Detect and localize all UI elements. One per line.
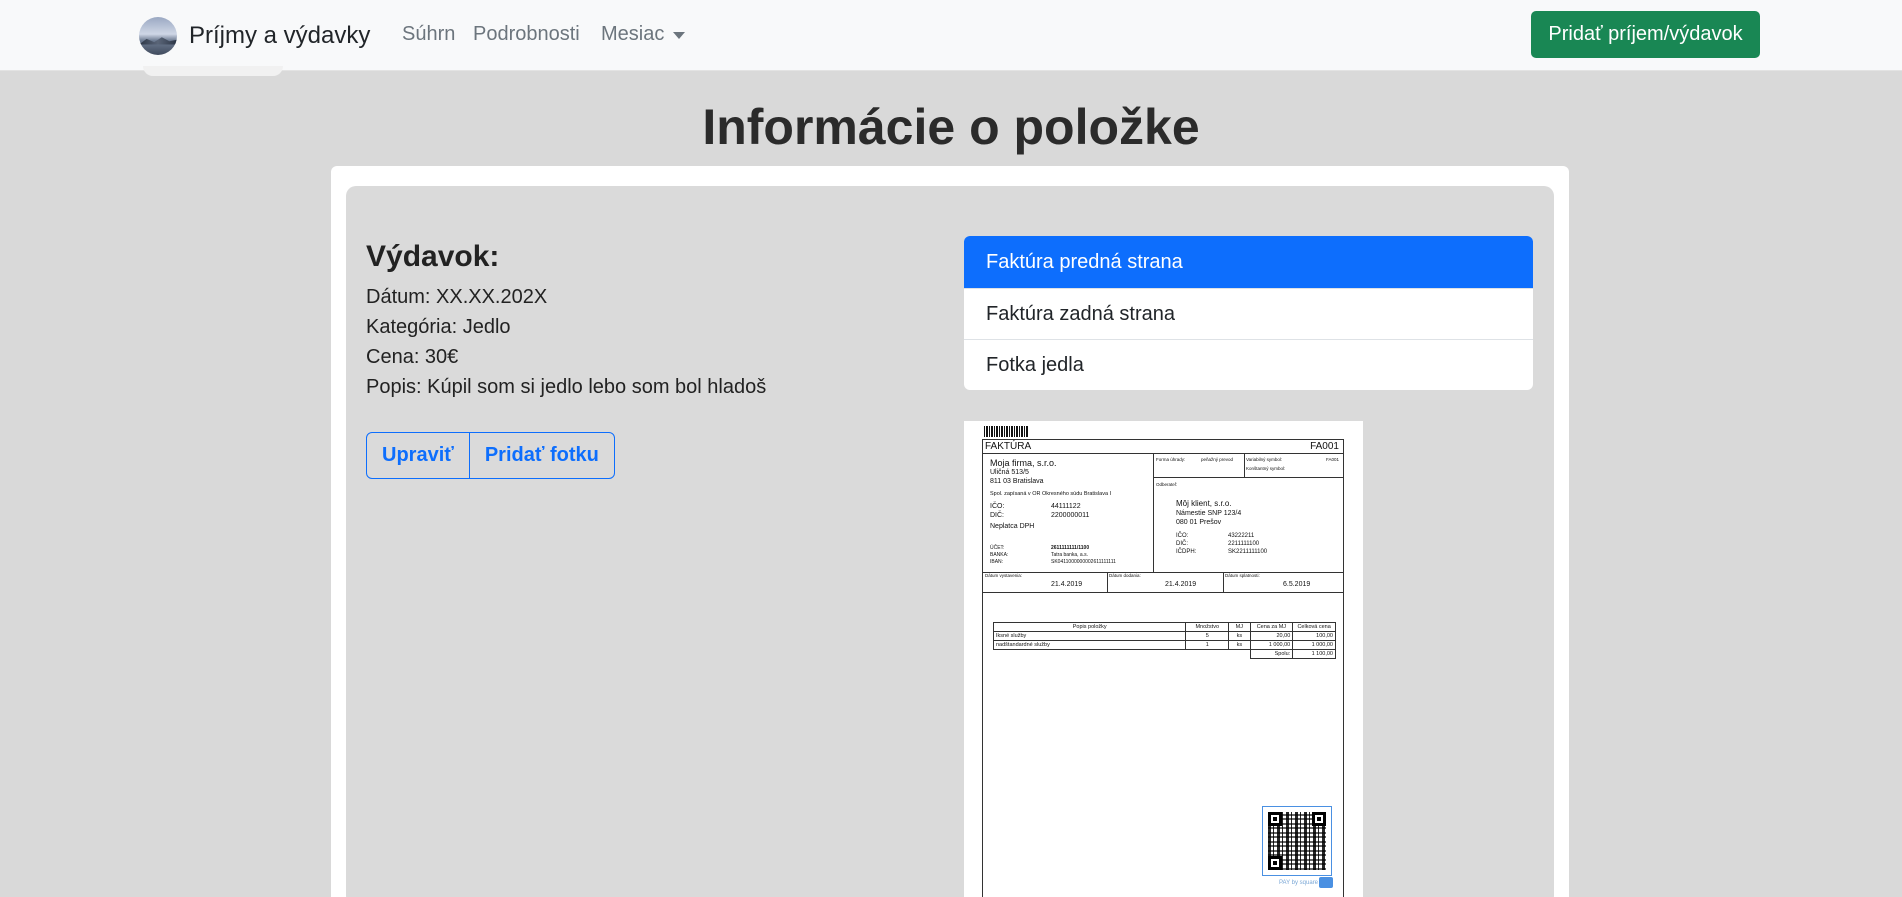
payment-form-label: Forma úhrady: <box>1156 457 1186 462</box>
invoice-title: FAKTÚRA <box>985 441 1032 452</box>
item-description: Popis: Kúpil som si jedlo lebo som bol h… <box>366 376 767 398</box>
supplier-street: Uličná 513/5 <box>990 469 1029 476</box>
table-cell: 1 000,00 <box>1249 640 1294 650</box>
edit-button[interactable]: Upraviť <box>367 433 469 478</box>
supplier-account-label: ÚČET: <box>990 545 1005 551</box>
table-cell: 20,00 <box>1249 631 1294 641</box>
supplier-vat: Neplatca DPH <box>990 523 1035 530</box>
supplier-iban: SK0411000000002611111111 <box>1051 559 1116 565</box>
supplier-registry: Spol. zapísaná v OR Okresného súdu Brati… <box>990 491 1112 497</box>
buyer-street: Námestie SNP 123/4 <box>1176 510 1242 517</box>
photo-item-invoice-back[interactable]: Faktúra zadná strana <box>964 288 1533 339</box>
qr-code-icon <box>1262 806 1332 876</box>
table-row: Iksné služby 5 ks 20,00 100,00 <box>992 631 1336 641</box>
item-category: Kategória: Jedlo <box>366 316 511 338</box>
invoice-image: FAKTÚRA FA001 Moja firma, s.r.o. Uličná … <box>964 421 1363 897</box>
brand-underlay <box>143 66 283 76</box>
table-header: Celková cena <box>1292 622 1336 632</box>
table-total: 1 100,00 <box>1292 649 1336 659</box>
table-header: Popis položky <box>992 622 1187 632</box>
photo-list: Faktúra predná strana Faktúra zadná stra… <box>964 236 1533 390</box>
table-header: MJ <box>1228 622 1251 632</box>
issue-date-label: Dátum vystavenia: <box>985 573 1023 578</box>
constant-symbol-label: Konštantný symbol: <box>1246 466 1286 471</box>
nav-dropdown-month-label: Mesiac <box>601 23 665 45</box>
table-row: nadštandardné služby 1 ks 1 000,00 1 000… <box>992 640 1336 650</box>
table-cell: 1 <box>1185 640 1230 650</box>
buyer-label: Odberateľ: <box>1156 482 1178 487</box>
item-price: Cena: 30€ <box>366 346 459 368</box>
supplier-dic: 2200000011 <box>1051 512 1090 519</box>
buyer-ico-label: IČO: <box>1176 533 1189 539</box>
supplier-ico-label: IČO: <box>990 503 1005 510</box>
item-type-heading: Výdavok: <box>366 240 500 273</box>
add-income-expense-button[interactable]: Pridať príjem/výdavok <box>1531 11 1760 58</box>
buyer-icdph-label: IČDPH: <box>1176 549 1197 555</box>
navbar: Príjmy a výdavky Súhrn Podrobnosti Mesia… <box>0 0 1902 71</box>
pay-by-square-label: PAY by square <box>1279 880 1319 886</box>
table-cell: 1 000,00 <box>1292 640 1336 650</box>
table-header: Množstvo <box>1185 622 1230 632</box>
supplier-name: Moja firma, s.r.o. <box>990 458 1057 468</box>
table-cell: ks <box>1228 640 1251 650</box>
variable-symbol-label: Variabilný symbol: <box>1246 457 1283 462</box>
buyer-city: 080 01 Prešov <box>1176 519 1222 526</box>
photo-item-food[interactable]: Fotka jedla <box>964 339 1533 390</box>
buyer-dic-label: DIČ: <box>1176 541 1188 547</box>
page-title: Informácie o položke <box>702 99 1200 155</box>
item-actions: Upraviť Pridať fotku <box>366 432 615 479</box>
buyer-ico: 43222211 <box>1228 533 1255 539</box>
due-date: 6.5.2019 <box>1283 581 1311 588</box>
table-cell: Iksné služby <box>992 631 1187 641</box>
caret-down-icon <box>673 32 686 39</box>
supplier-ico: 44111122 <box>1051 503 1081 510</box>
nav-link-details[interactable]: Podrobnosti <box>473 23 580 46</box>
table-total-label: Spolu: <box>1249 649 1294 659</box>
brand-logo <box>139 16 177 55</box>
payment-form: peňažný prevod <box>1201 457 1234 462</box>
table-cell: nadštandardné služby <box>992 640 1187 650</box>
variable-symbol: FA001 <box>1325 457 1339 462</box>
supplier-account: 2611111111/1100 <box>1051 545 1090 551</box>
pay-by-square-icon <box>1319 877 1333 888</box>
brand[interactable]: Príjmy a výdavky <box>139 16 370 55</box>
delivery-date-label: Dátum dodania: <box>1109 573 1141 578</box>
nav-dropdown-month[interactable]: Mesiac <box>601 23 686 46</box>
supplier-bank: Tatra banka, a.s. <box>1051 552 1088 558</box>
buyer-dic: 2211111100 <box>1228 541 1260 547</box>
table-header: Cena za MJ <box>1249 622 1294 632</box>
nav-link-summary[interactable]: Súhrn <box>402 23 455 46</box>
photo-item-invoice-front[interactable]: Faktúra predná strana <box>964 236 1533 288</box>
supplier-city: 811 03 Bratislava <box>990 478 1044 485</box>
supplier-bank-label: BANKA: <box>990 552 1009 558</box>
issue-date: 21.4.2019 <box>1051 581 1083 588</box>
buyer-icdph: SK2211111100 <box>1228 549 1268 555</box>
due-date-label: Dátum splatnosti: <box>1225 573 1260 578</box>
delivery-date: 21.4.2019 <box>1165 581 1197 588</box>
item-date: Dátum: XX.XX.202X <box>366 286 548 308</box>
supplier-dic-label: DIČ: <box>990 512 1004 519</box>
table-cell: 5 <box>1185 631 1230 641</box>
supplier-iban-label: IBAN: <box>990 559 1004 565</box>
buyer-name: Môj klient, s.r.o. <box>1176 499 1232 508</box>
invoice-number: FA001 <box>1310 441 1339 452</box>
table-cell: ks <box>1228 631 1251 641</box>
brand-title: Príjmy a výdavky <box>189 21 371 49</box>
barcode-icon <box>984 426 1028 437</box>
add-photo-button[interactable]: Pridať fotku <box>468 433 614 478</box>
invoice-items-table: Popis položky Množstvo MJ Cena za MJ Cel… <box>992 622 1336 659</box>
invoice-frame: FAKTÚRA FA001 Moja firma, s.r.o. Uličná … <box>982 439 1344 897</box>
table-cell: 100,00 <box>1292 631 1336 641</box>
table-total-row: Spolu: 1 100,00 <box>994 649 1336 659</box>
